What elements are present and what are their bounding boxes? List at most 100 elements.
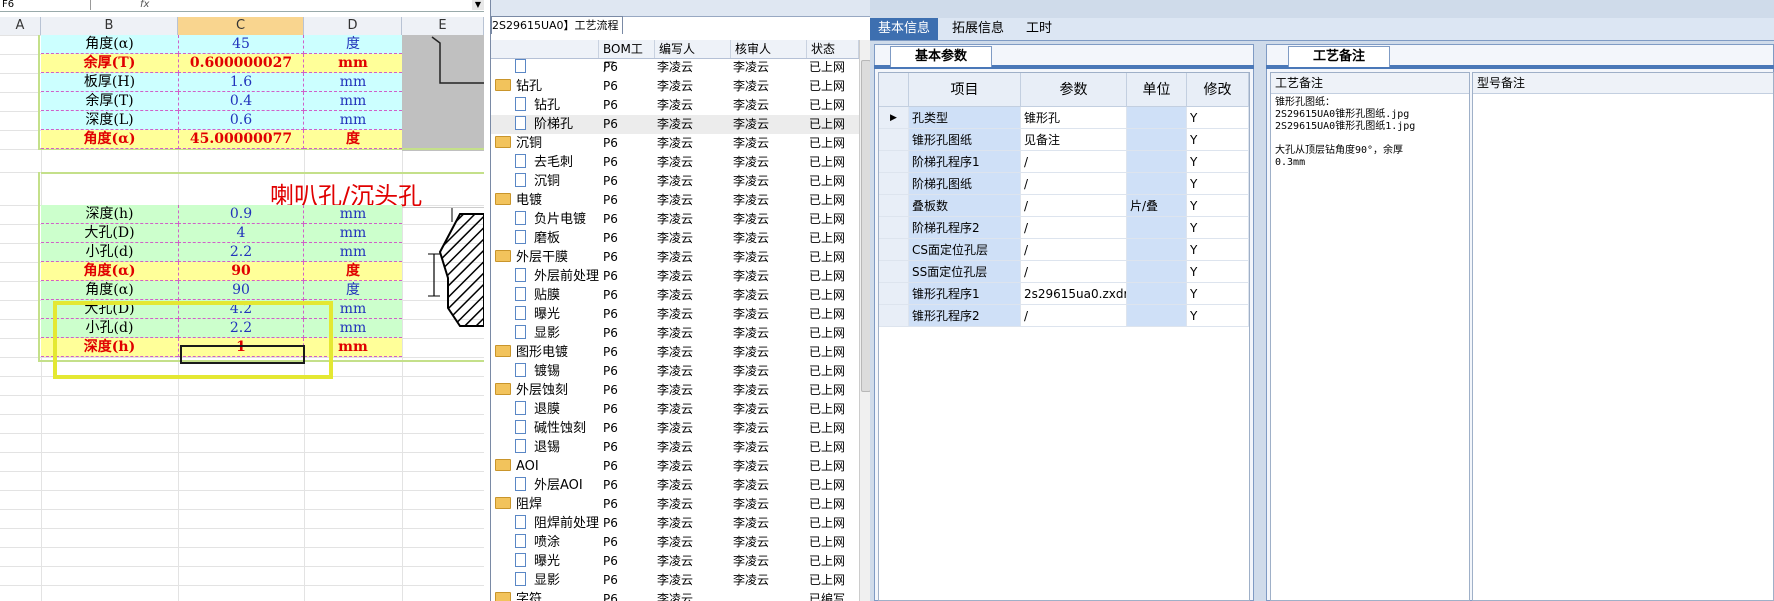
cell-c[interactable]: 1.6: [178, 73, 304, 92]
tree-item-row[interactable]: 去毛刺 P6 李凌云 李凌云 已上网: [491, 153, 859, 172]
cell-b[interactable]: 角度(α): [41, 35, 178, 54]
process-note-text[interactable]: 锥形孔图纸： 2S29615UA0锥形孔图纸.jpg 2S29615UA0锥形孔…: [1275, 97, 1465, 169]
tree-node[interactable]: 外层AOI: [515, 476, 583, 495]
column-header-b[interactable]: B: [41, 17, 178, 35]
tree-node[interactable]: 镀锡: [515, 362, 560, 381]
tree-folder-row[interactable]: AOI P6 李凌云 李凌云 已上网: [491, 457, 859, 476]
tree-node[interactable]: 钻孔: [515, 96, 560, 115]
cell-d[interactable]: mm: [304, 92, 402, 111]
tree-item-row[interactable]: P6 李凌云 李凌云 已上网: [491, 58, 859, 77]
cell-d[interactable]: mm: [304, 205, 402, 224]
grid-row[interactable]: ▶ 孔类型 锥形孔 Y: [879, 107, 1249, 129]
tree-item-row[interactable]: 钻孔 P6 李凌云 李凌云 已上网: [491, 96, 859, 115]
cell-b[interactable]: 深度(L): [41, 111, 178, 130]
tree-node[interactable]: 喷涂: [515, 533, 560, 552]
grid-cell-item[interactable]: CS面定位孔层: [909, 239, 1021, 261]
cell-b[interactable]: 深度(h): [41, 205, 178, 224]
tree-node[interactable]: 显影: [515, 324, 560, 343]
tree-node[interactable]: 退锡: [515, 438, 560, 457]
tree-header-status[interactable]: 状态: [807, 40, 859, 58]
grid-cell-edit[interactable]: Y: [1187, 283, 1249, 305]
column-header-a[interactable]: A: [0, 17, 41, 35]
tree-node[interactable]: 磨板: [515, 229, 560, 248]
grid-cell-unit[interactable]: [1127, 239, 1187, 261]
cell-d[interactable]: 度: [304, 262, 402, 281]
cell-b[interactable]: 角度(α): [41, 262, 178, 281]
grid-cell-item[interactable]: 阶梯孔程序2: [909, 217, 1021, 239]
cell-c[interactable]: 0.600000027: [178, 54, 304, 73]
grid-cell-unit[interactable]: [1127, 261, 1187, 283]
tree-node[interactable]: 外层蚀刻: [495, 381, 568, 400]
grid-cell-edit[interactable]: Y: [1187, 107, 1249, 129]
grid-row[interactable]: 阶梯孔图纸 / Y: [879, 173, 1249, 195]
chevron-down-icon[interactable]: ▼: [472, 0, 484, 10]
grid-cell-item[interactable]: 锥形孔图纸: [909, 129, 1021, 151]
grid-row[interactable]: 叠板数 / 片/叠 Y: [879, 195, 1249, 217]
tab-work-hours[interactable]: 工时: [1018, 18, 1060, 40]
grid-cell-param[interactable]: /: [1021, 261, 1127, 283]
grid-cell-param[interactable]: /: [1021, 305, 1127, 327]
tree-node[interactable]: 图形电镀: [495, 343, 568, 362]
grid-cell-item[interactable]: 锥形孔程序2: [909, 305, 1021, 327]
grid-cell-param[interactable]: /: [1021, 173, 1127, 195]
fx-icon[interactable]: fx: [140, 0, 170, 10]
tree-node[interactable]: 沉铜: [515, 172, 560, 191]
cell-c[interactable]: 45.00000077: [178, 130, 304, 149]
process-note-box[interactable]: 工艺备注 锥形孔图纸： 2S29615UA0锥形孔图纸.jpg 2S29615U…: [1270, 72, 1470, 601]
selected-cell[interactable]: [180, 345, 305, 364]
tree-node[interactable]: 阻焊: [495, 495, 542, 514]
tree-item-row[interactable]: 磨板 P6 李凌云 李凌云 已上网: [491, 229, 859, 248]
tab-extended-info[interactable]: 拓展信息: [944, 18, 1012, 40]
tree-item-row[interactable]: 外层前处理 P6 李凌云 李凌云 已上网: [491, 267, 859, 286]
tree-folder-row[interactable]: 图形电镀 P6 李凌云 李凌云 已上网: [491, 343, 859, 362]
tab-process-note[interactable]: 工艺备注: [1288, 46, 1390, 67]
tree-folder-row[interactable]: 字符 P6 李凌云 已编写: [491, 590, 859, 601]
tree-item-row[interactable]: 喷涂 P6 李凌云 李凌云 已上网: [491, 533, 859, 552]
grid-row[interactable]: SS面定位孔层 / Y: [879, 261, 1249, 283]
grid-header-item[interactable]: 项目: [909, 73, 1021, 107]
tree-item-row[interactable]: 阶梯孔 P6 李凌云 李凌云 已上网: [491, 115, 859, 134]
grid-cell-edit[interactable]: Y: [1187, 173, 1249, 195]
tree-node[interactable]: 显影: [515, 571, 560, 590]
tree-header-reviewer[interactable]: 核审人: [731, 40, 807, 58]
grid-cell-param[interactable]: /: [1021, 239, 1127, 261]
tree-node[interactable]: 电镀: [495, 191, 542, 210]
tree-item-row[interactable]: 沉铜 P6 李凌云 李凌云 已上网: [491, 172, 859, 191]
tree-node[interactable]: 碱性蚀刻: [515, 419, 586, 438]
cell-d[interactable]: mm: [304, 54, 402, 73]
grid-row[interactable]: 阶梯孔程序2/ Y: [879, 217, 1249, 239]
tab-basic-info[interactable]: 基本信息: [870, 18, 939, 40]
grid-row[interactable]: CS面定位孔层 / Y: [879, 239, 1249, 261]
cell-d[interactable]: mm: [304, 224, 402, 243]
grid-cell-edit[interactable]: Y: [1187, 239, 1249, 261]
grid-header-edit[interactable]: 修改: [1187, 73, 1249, 107]
tree-item-row[interactable]: 碱性蚀刻 P6 李凌云 李凌云 已上网: [491, 419, 859, 438]
cell-b[interactable]: 大孔(D): [41, 224, 178, 243]
tree-item-row[interactable]: 负片电镀 P6 李凌云 李凌云 已上网: [491, 210, 859, 229]
grid-cell-item[interactable]: 叠板数: [909, 195, 1021, 217]
tab-basic-params[interactable]: 基本参数: [890, 46, 992, 67]
cell-b[interactable]: 角度(α): [41, 130, 178, 149]
tree-item-row[interactable]: 曝光 P6 李凌云 李凌云 已上网: [491, 552, 859, 571]
grid-cell-item[interactable]: 锥形孔程序1: [909, 283, 1021, 305]
cell-d[interactable]: mm: [304, 243, 402, 262]
tree-folder-row[interactable]: 钻孔 P6 李凌云 李凌云 已上网: [491, 77, 859, 96]
grid-cell-edit[interactable]: Y: [1187, 151, 1249, 173]
cell-c[interactable]: 90: [178, 281, 304, 300]
grid-cell-edit[interactable]: Y: [1187, 261, 1249, 283]
tree-folder-row[interactable]: 外层干膜 P6 李凌云 李凌云 已上网: [491, 248, 859, 267]
grid-cell-unit[interactable]: [1127, 129, 1187, 151]
grid-row[interactable]: 锥形孔程序2/ Y: [879, 305, 1249, 327]
cell-d[interactable]: 度: [304, 35, 402, 54]
cell-d[interactable]: 度: [304, 281, 402, 300]
grid-cell-unit[interactable]: [1127, 173, 1187, 195]
name-box[interactable]: F6: [0, 0, 91, 10]
grid-cell-param[interactable]: /: [1021, 151, 1127, 173]
grid-cell-param[interactable]: 锥形孔: [1021, 107, 1127, 129]
cell-d[interactable]: 度: [304, 130, 402, 149]
grid-row[interactable]: 阶梯孔程序1/ Y: [879, 151, 1249, 173]
grid-cell-edit[interactable]: Y: [1187, 129, 1249, 151]
cell-c[interactable]: 4: [178, 224, 304, 243]
grid-row[interactable]: 锥形孔图纸 见备注 Y: [879, 129, 1249, 151]
panel-splitter[interactable]: [1256, 44, 1266, 601]
